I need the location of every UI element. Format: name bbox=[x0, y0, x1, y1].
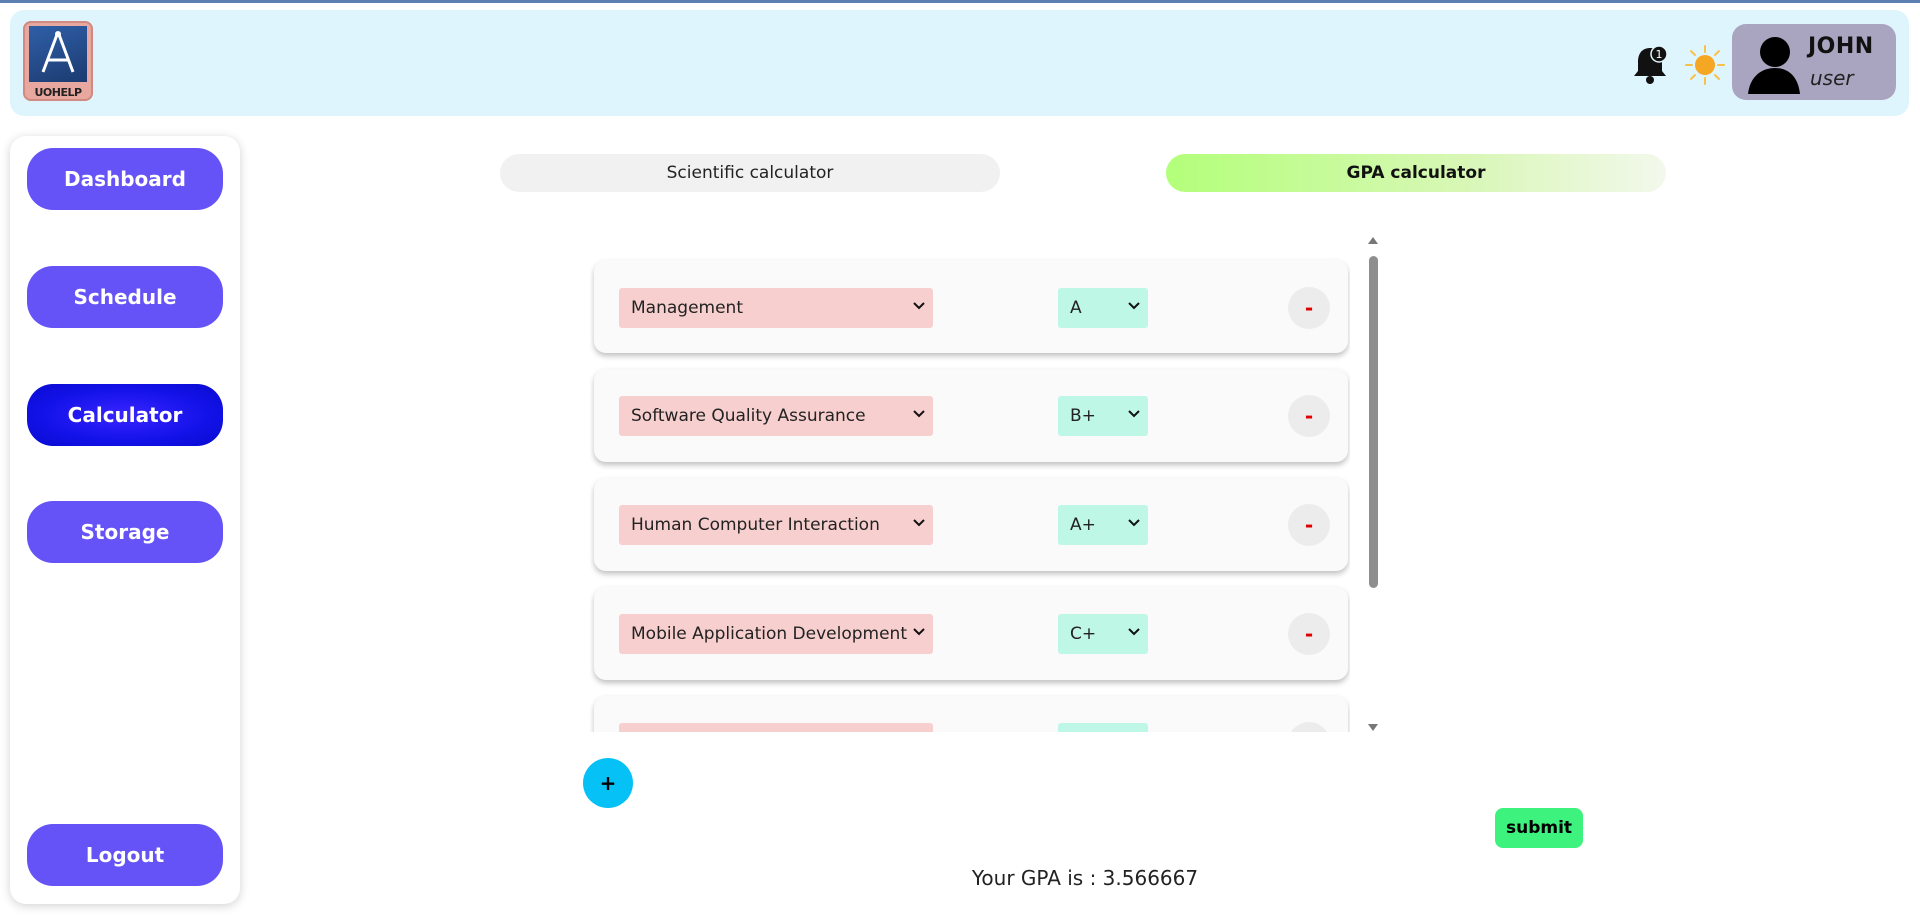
remove-course-button[interactable] bbox=[1288, 722, 1330, 732]
tab-gpa-calculator[interactable]: GPA calculator bbox=[1166, 154, 1666, 192]
theme-toggle-sun-icon[interactable] bbox=[1684, 44, 1726, 86]
grade-select[interactable]: A bbox=[1058, 288, 1148, 328]
chevron-down-icon bbox=[1128, 410, 1140, 418]
course-row bbox=[594, 696, 1348, 732]
course-row: Human Computer Interaction A+ - bbox=[594, 478, 1348, 571]
logout-button[interactable]: Logout bbox=[27, 824, 223, 886]
chevron-down-icon bbox=[913, 302, 925, 310]
grade-select[interactable]: A+ bbox=[1058, 505, 1148, 545]
remove-course-button[interactable]: - bbox=[1288, 287, 1330, 329]
sidebar: Dashboard Schedule Calculator Storage Lo… bbox=[10, 136, 240, 904]
remove-course-button[interactable]: - bbox=[1288, 613, 1330, 655]
sidebar-item-schedule[interactable]: Schedule bbox=[27, 266, 223, 328]
course-select-value: Management bbox=[631, 298, 743, 318]
remove-course-button[interactable]: - bbox=[1288, 504, 1330, 546]
chevron-down-icon bbox=[913, 628, 925, 636]
submit-button[interactable]: submit bbox=[1495, 808, 1583, 848]
grade-select[interactable] bbox=[1058, 723, 1148, 732]
chevron-down-icon bbox=[1128, 628, 1140, 636]
course-select[interactable]: Management bbox=[619, 288, 933, 328]
top-header: UOHELP 1 JOHN user bbox=[10, 10, 1909, 116]
notification-count: 1 bbox=[1656, 48, 1663, 61]
scroll-down-arrow-icon[interactable] bbox=[1368, 724, 1378, 732]
course-select[interactable]: Human Computer Interaction bbox=[619, 505, 933, 545]
course-select[interactable]: Software Quality Assurance bbox=[619, 396, 933, 436]
grade-select-value: B+ bbox=[1070, 406, 1096, 426]
scrollbar-thumb[interactable] bbox=[1369, 256, 1378, 588]
logo-emblem bbox=[29, 26, 87, 82]
grade-select-value: A bbox=[1070, 298, 1082, 318]
tab-scientific-calculator[interactable]: Scientific calculator bbox=[500, 154, 1000, 192]
top-border bbox=[0, 0, 1920, 3]
course-select-value: Software Quality Assurance bbox=[631, 406, 866, 426]
app-logo[interactable]: UOHELP bbox=[23, 21, 93, 101]
course-row: Management A - bbox=[594, 260, 1348, 353]
course-row: Mobile Application Development C+ - bbox=[594, 587, 1348, 680]
course-list-scrollbar[interactable] bbox=[1364, 236, 1382, 732]
course-list: Management A - Software Quality Assuranc… bbox=[590, 236, 1350, 732]
user-name: JOHN bbox=[1808, 34, 1874, 59]
grade-select-value: A+ bbox=[1070, 515, 1096, 535]
logo-text: UOHELP bbox=[34, 86, 82, 99]
course-select[interactable] bbox=[619, 723, 933, 732]
chevron-down-icon bbox=[913, 519, 925, 527]
user-role: user bbox=[1810, 66, 1854, 90]
add-course-button[interactable]: + bbox=[583, 758, 633, 808]
course-select-value: Mobile Application Development bbox=[631, 624, 908, 644]
chevron-down-icon bbox=[913, 410, 925, 418]
scroll-up-arrow-icon[interactable] bbox=[1368, 236, 1378, 244]
course-select-value: Human Computer Interaction bbox=[631, 515, 880, 535]
user-profile[interactable]: JOHN user bbox=[1732, 24, 1896, 100]
chevron-down-icon bbox=[1128, 519, 1140, 527]
chevron-down-icon bbox=[1128, 302, 1140, 310]
sidebar-item-storage[interactable]: Storage bbox=[27, 501, 223, 563]
grade-select[interactable]: B+ bbox=[1058, 396, 1148, 436]
sidebar-item-calculator[interactable]: Calculator bbox=[27, 384, 223, 446]
course-select[interactable]: Mobile Application Development bbox=[619, 614, 933, 654]
avatar-silhouette-icon bbox=[1744, 32, 1802, 94]
sidebar-item-dashboard[interactable]: Dashboard bbox=[27, 148, 223, 210]
grade-select-value: C+ bbox=[1070, 624, 1097, 644]
remove-course-button[interactable]: - bbox=[1288, 395, 1330, 437]
gpa-result-text: Your GPA is : 3.566667 bbox=[971, 866, 1199, 890]
notification-bell-icon[interactable]: 1 bbox=[1630, 42, 1670, 86]
grade-select[interactable]: C+ bbox=[1058, 614, 1148, 654]
course-row: Software Quality Assurance B+ - bbox=[594, 369, 1348, 462]
